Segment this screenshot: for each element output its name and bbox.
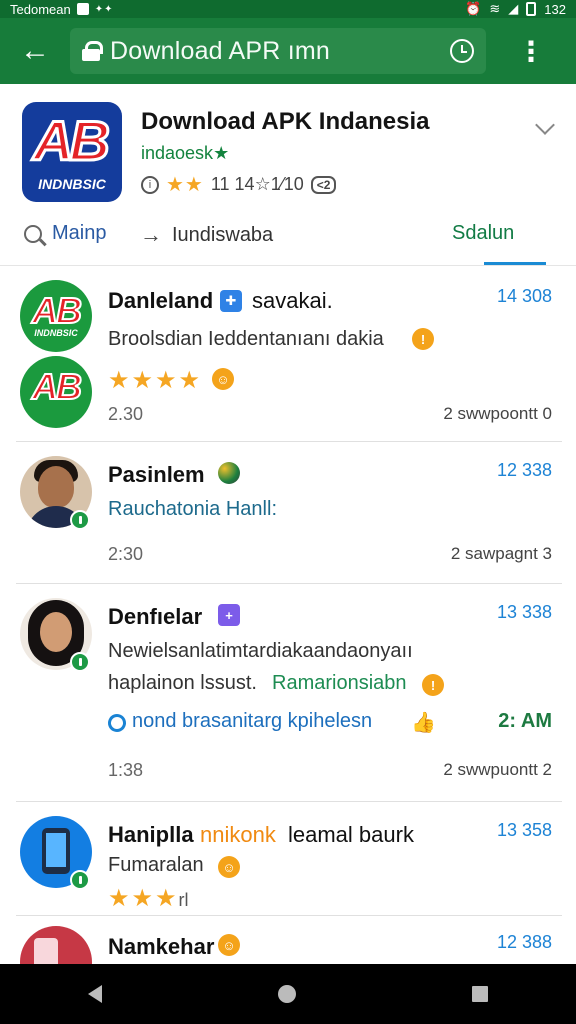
list-item[interactable]: Hanipllа nnikonk leamal baurk 13 358 Fum… (0, 802, 576, 916)
browser-toolbar: ← Download APR ımn ⋮ (0, 18, 576, 84)
emoji-icon: ! (422, 674, 444, 696)
user-tag: nnikonk (200, 822, 276, 847)
list-item[interactable]: Denfıelar + 13 338 Newielsanlatimtardiak… (0, 584, 576, 802)
system-nav-bar (0, 964, 576, 1024)
item-rating-stars: ★★★rl (108, 885, 189, 912)
action-text[interactable]: nond brasanitarg kpihelesn (132, 710, 372, 733)
comment-link[interactable]: Ramarionsiabn (272, 672, 407, 695)
comment-text: Broolsdian Ieddentanıanı dakia (108, 328, 384, 350)
like-count: 13 338 (496, 602, 552, 622)
avatar-letters: AB (31, 289, 83, 332)
timestamp: 2:30 (108, 544, 144, 564)
tab-label: Sdalun (452, 222, 515, 244)
app-logo-tag: INDNBSIC (38, 176, 106, 192)
list-item[interactable]: AB INDNBSIC AB Danleland ✚ savakai. 14 3… (0, 266, 576, 442)
tab-selected[interactable]: Sdalun (452, 222, 514, 245)
like-count: 14 308 (496, 286, 552, 306)
tab-label: Iundiswaba (172, 223, 274, 246)
list-item[interactable]: Pasinlem 12 338 Rauchatonia Hanll: 2:30 … (0, 442, 576, 584)
emoji-icon: ! (412, 328, 434, 350)
user-tag: savakai. (252, 288, 333, 313)
plus-icon: + (218, 604, 240, 626)
app-logo-letters: AB (32, 108, 112, 174)
notification-icon (76, 3, 89, 15)
online-badge-icon (70, 652, 90, 672)
like-count: 12 338 (496, 460, 552, 480)
app-title: Download APK Indanesia (141, 108, 430, 135)
smile-icon: ☺ (212, 368, 234, 390)
pin-icon: ✚ (220, 290, 242, 312)
reply-count[interactable]: 2 swwpoontt 0 (443, 404, 552, 424)
rating-stars: ★★ (166, 174, 204, 196)
status-left: Tedomean ✦✦ (10, 2, 113, 17)
avatar-letters: AB (31, 365, 83, 408)
status-right: ⏰ ≋ ◢ 132 (465, 1, 566, 17)
tab-indicator (484, 262, 546, 265)
more-notifications-icon: ✦✦ (94, 3, 114, 15)
status-label: Tedomean (10, 1, 71, 17)
list-item[interactable]: Namkehar ☺ 12 388 (0, 916, 576, 964)
online-badge-icon (70, 870, 90, 890)
user-name[interactable]: Danleland (108, 288, 213, 314)
signal-icon: ◢ (508, 1, 519, 16)
verified-star-icon: ★ (213, 143, 230, 163)
rating-badge: <2 (310, 175, 337, 194)
nav-recents-icon[interactable] (472, 986, 488, 1002)
user-subtitle: leamal baurk (288, 822, 414, 847)
timestamp: 1:38 (108, 760, 144, 780)
action-time: 2: AM (498, 710, 552, 732)
comment-text: Fumaralan (108, 854, 204, 876)
battery-icon (526, 2, 537, 16)
user-name[interactable]: Namkehar (108, 934, 214, 960)
tab-label: Mainp (52, 222, 107, 244)
timestamp: 2.30 (108, 404, 144, 424)
app-meta: i ★★ 11 14☆1⁄10 <2 (141, 172, 337, 197)
like-count: 12 388 (496, 932, 552, 952)
reply-count[interactable]: 2 sawpagnt 3 (451, 544, 552, 564)
emoji-icon: ☺ (218, 934, 240, 956)
user-name[interactable]: Pasinlem (108, 462, 205, 488)
wifi-icon: ≋ (489, 1, 501, 16)
alarm-icon: ⏰ (465, 1, 482, 16)
nav-back-icon[interactable] (88, 985, 102, 1003)
emoji-icon: ☺ (218, 856, 240, 878)
tabs: Mainp → Iundiswaba Sdalun (0, 212, 576, 266)
tab-search[interactable]: Mainp (24, 222, 106, 245)
url-text: Download APR ımn (110, 36, 330, 65)
back-arrow-icon[interactable]: ← (0, 18, 70, 84)
thumbs-up-icon[interactable]: 👍 (411, 710, 436, 735)
url-bar[interactable]: Download APR ımn (70, 28, 486, 74)
app-header: AB INDNBSIC Download APK Indanesia indao… (0, 84, 576, 266)
search-icon (24, 224, 42, 243)
status-time: 132 (544, 1, 566, 17)
more-menu-icon[interactable]: ⋮ (486, 18, 576, 84)
emoji-icon (218, 462, 240, 484)
user-name[interactable]: Hanipllа (108, 822, 194, 848)
reply-count[interactable]: 2 swwpuontt 2 (443, 760, 552, 780)
chevron-down-icon[interactable] (535, 115, 555, 135)
status-bar: Tedomean ✦✦ ⏰ ≋ ◢ 132 (0, 0, 576, 18)
item-rating-stars: ★★★★ (108, 367, 203, 394)
arrow-right-icon: → (140, 222, 162, 247)
lock-icon (82, 41, 103, 61)
like-count: 13 358 (496, 820, 552, 840)
comment-text-2: haplainon lssust. (108, 672, 257, 694)
nav-home-icon[interactable] (278, 985, 296, 1003)
avatar[interactable] (20, 926, 92, 964)
history-icon[interactable] (450, 39, 474, 63)
rating-text: 11 14☆1⁄10 (210, 174, 304, 194)
avatar-tag: INDNBSIC (34, 328, 78, 338)
info-icon: i (141, 175, 159, 194)
comment-text: Newielsanlatimtardiakaandaonyaıı (108, 640, 413, 662)
developer-name[interactable]: indaoesk★ (141, 143, 229, 164)
comment-text: Rauchatonia Hanll: (108, 498, 277, 520)
avatar[interactable]: AB INDNBSIC (20, 280, 92, 352)
avatar-secondary[interactable]: AB (20, 356, 92, 428)
user-name[interactable]: Denfıelar (108, 604, 202, 630)
attachment-icon[interactable] (105, 711, 129, 735)
tab-forward[interactable]: → Iundiswaba (140, 222, 273, 248)
online-badge-icon (70, 510, 90, 530)
app-logo: AB INDNBSIC (22, 102, 122, 202)
